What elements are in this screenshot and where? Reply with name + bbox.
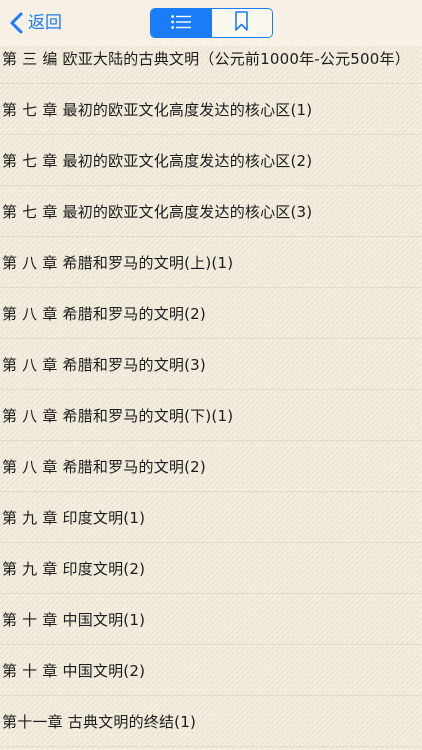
view-mode-segmented-control xyxy=(150,8,273,38)
toc-item[interactable]: 第 九 章 印度文明(1) xyxy=(0,492,422,543)
toc-item-title: 第 十 章 中国文明(2) xyxy=(2,661,146,680)
toc-item-title: 第 八 章 希腊和罗马的文明(下)(1) xyxy=(2,406,234,425)
back-label: 返回 xyxy=(28,13,62,33)
toc-item[interactable]: 第 八 章 希腊和罗马的文明(3) xyxy=(0,339,422,390)
toc-item[interactable]: 第 八 章 希腊和罗马的文明(下)(1) xyxy=(0,390,422,441)
toc-item-title: 第 十 章 中国文明(1) xyxy=(2,610,146,629)
toc-item-title: 第 九 章 印度文明(1) xyxy=(2,508,146,527)
navigation-bar: 返回 xyxy=(0,0,422,46)
toc-item-title: 第 七 章 最初的欧亚文化高度发达的核心区(3) xyxy=(2,202,313,221)
toc-item-title: 第 七 章 最初的欧亚文化高度发达的核心区(2) xyxy=(2,151,313,170)
table-of-contents-list: 第 三 编 欧亚大陆的古典文明（公元前1000年-公元500年） 第 七 章 最… xyxy=(0,33,422,747)
toc-item[interactable]: 第 八 章 希腊和罗马的文明(2) xyxy=(0,288,422,339)
toc-item-title: 第 七 章 最初的欧亚文化高度发达的核心区(1) xyxy=(2,100,313,119)
toc-item-title: 第十一章 古典文明的终结(1) xyxy=(2,712,197,731)
toc-item-title: 第 九 章 印度文明(2) xyxy=(2,559,146,578)
toc-item[interactable]: 第 七 章 最初的欧亚文化高度发达的核心区(3) xyxy=(0,186,422,237)
contents-tab[interactable] xyxy=(151,9,212,37)
list-icon xyxy=(171,14,192,33)
toc-item-title: 第 八 章 希腊和罗马的文明(2) xyxy=(2,304,206,323)
toc-item-title: 第 八 章 希腊和罗马的文明(2) xyxy=(2,457,206,476)
toc-item-title: 第 八 章 希腊和罗马的文明(3) xyxy=(2,355,206,374)
bookmark-icon xyxy=(235,11,249,35)
toc-item[interactable]: 第 七 章 最初的欧亚文化高度发达的核心区(2) xyxy=(0,135,422,186)
toc-item[interactable]: 第十一章 古典文明的终结(1) xyxy=(0,696,422,747)
toc-item[interactable]: 第 十 章 中国文明(1) xyxy=(0,594,422,645)
back-button[interactable]: 返回 xyxy=(10,9,62,37)
toc-item[interactable]: 第 八 章 希腊和罗马的文明(2) xyxy=(0,441,422,492)
toc-item[interactable]: 第 九 章 印度文明(2) xyxy=(0,543,422,594)
chevron-left-icon xyxy=(10,12,23,34)
toc-item[interactable]: 第 十 章 中国文明(2) xyxy=(0,645,422,696)
toc-item-title: 第 八 章 希腊和罗马的文明(上)(1) xyxy=(2,253,234,272)
toc-item[interactable]: 第 七 章 最初的欧亚文化高度发达的核心区(1) xyxy=(0,84,422,135)
toc-item[interactable]: 第 八 章 希腊和罗马的文明(上)(1) xyxy=(0,237,422,288)
toc-item-title: 第 三 编 欧亚大陆的古典文明（公元前1000年-公元500年） xyxy=(2,49,410,68)
bookmarks-tab[interactable] xyxy=(211,9,272,37)
